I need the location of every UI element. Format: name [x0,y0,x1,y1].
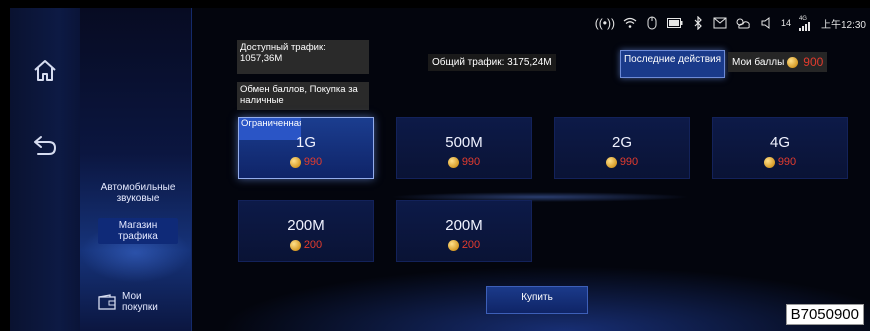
my-points-value: 900 [803,55,824,69]
coin-icon [447,239,459,251]
figure-code-label: B7050900 [785,304,864,325]
nav-rail [10,8,80,331]
card-price: 990 [713,156,847,168]
message-icon [713,15,727,31]
coin-icon [787,56,799,68]
traffic-card-1g[interactable]: Ограниченная 1G 990 [238,117,374,179]
card-price-value: 990 [303,156,323,168]
card-price-value: 200 [461,239,481,251]
card-size: 200M [287,217,325,234]
sidebar-item-car-audio[interactable]: Автомобильные звуковые [98,182,178,204]
card-price: 990 [397,156,531,168]
hotspot-icon: ((•)) [594,16,615,30]
wallet-icon [98,293,116,313]
buy-button[interactable]: Купить [486,286,588,314]
exchange-points-info: Обмен баллов, Покупка за наличные [237,82,369,110]
status-bar: ((•)) 14 4G 上午12:30 [595,12,866,34]
card-price: 200 [239,239,373,251]
home-icon[interactable] [30,56,60,86]
mouse-icon [645,15,659,31]
sidebar-item-label: Автомобильные звуковые [100,182,176,204]
volume-icon [759,15,773,31]
coin-icon [447,156,459,168]
card-price: 990 [239,156,373,168]
app-frame: ((•)) 14 4G 上午12:30 Автомобильные звуков… [10,8,870,331]
sidebar-item-label: Магазин трафика [118,220,158,242]
traffic-card-500m[interactable]: 500M 990 [396,117,532,179]
traffic-card-2g[interactable]: 2G 990 [554,117,690,179]
weather-icon [735,15,751,31]
coin-icon [289,156,301,168]
traffic-card-200m-a[interactable]: 200M 200 [238,200,374,262]
my-points-label: Мои баллы [732,56,785,68]
my-points: Мои баллы 900 [728,52,828,72]
recent-actions-button[interactable]: Последние действия [620,50,725,78]
volume-level-text: 14 [780,18,791,28]
available-traffic: Доступный трафик: 1057,36M [237,40,369,74]
coin-icon [289,239,301,251]
traffic-card-200m-b[interactable]: 200M 200 [396,200,532,262]
clock: 上午12:30 [820,19,866,31]
card-size: 1G [295,134,316,151]
card-price-value: 990 [461,156,481,168]
coin-icon [605,156,617,168]
total-traffic: Общий трафик: 3175,24M [428,54,556,71]
sidebar-item-label: Мои покупки [122,291,158,313]
card-price: 990 [555,156,689,168]
back-icon[interactable] [30,130,60,160]
card-size: 4G [769,134,790,151]
bluetooth-icon [691,15,705,31]
sidebar-item-my-purchases[interactable]: Мои покупки [98,291,180,315]
card-price: 200 [397,239,531,251]
traffic-card-4g[interactable]: 4G 990 [712,117,848,179]
cell-signal-icon: 4G [798,15,813,31]
card-price-value: 200 [303,239,323,251]
card-size: 200M [445,217,483,234]
wifi-icon [623,15,637,31]
card-size: 500M [445,134,483,151]
sidebar: Автомобильные звуковые Магазин трафика М… [80,8,192,331]
card-size: 2G [611,134,632,151]
sidebar-item-traffic-shop[interactable]: Магазин трафика [98,218,178,244]
card-price-value: 990 [619,156,639,168]
battery-icon [666,15,683,31]
card-price-value: 990 [777,156,797,168]
coin-icon [763,156,775,168]
